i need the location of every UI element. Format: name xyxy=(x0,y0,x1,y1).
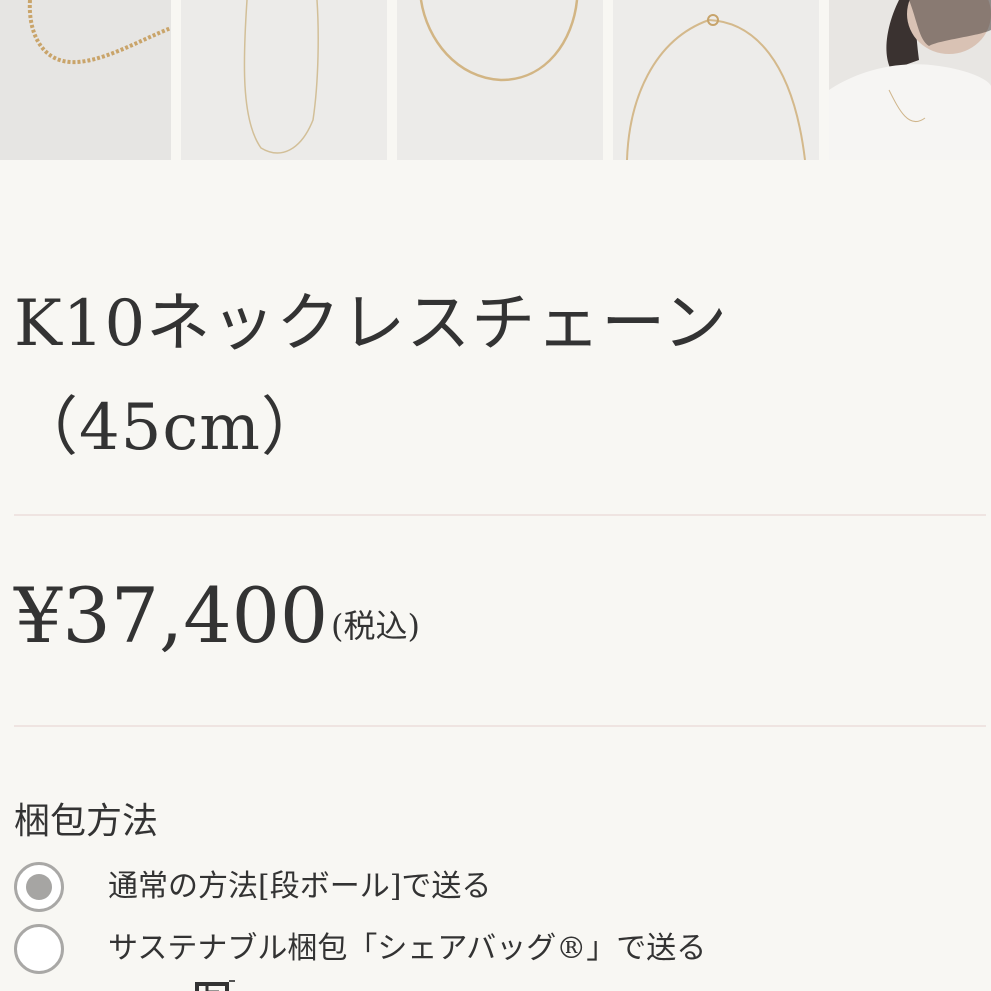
necklace-flat-2-image xyxy=(397,0,603,160)
thumbnail-chain-closeup[interactable] xyxy=(0,0,171,160)
packaging-method-label: 梱包方法 xyxy=(14,801,159,842)
product-price: ¥37,400 xyxy=(14,571,329,660)
product-title-line1: K10ネックレスチェーン xyxy=(14,287,729,361)
necklace-flat-1-image xyxy=(181,0,387,160)
model-wearing-image xyxy=(829,0,991,160)
packaging-option-sharebag[interactable]: サステナブル梱包「シェアバッグ®」で送る xyxy=(14,924,914,976)
product-image-gallery xyxy=(0,0,991,160)
thumbnail-necklace-flat-1[interactable] xyxy=(181,0,387,160)
thumbnail-necklace-clasp[interactable] xyxy=(613,0,819,160)
divider-bottom xyxy=(14,725,986,727)
packaging-option-sharebag-label: サステナブル梱包「シェアバッグ®」で送る xyxy=(108,931,707,966)
packaging-option-standard[interactable]: 通常の方法[段ボール]で送る xyxy=(14,862,914,914)
chain-closeup-image xyxy=(0,0,171,160)
product-title-line2: （45cm） xyxy=(14,391,326,465)
necklace-clasp-image xyxy=(613,0,819,160)
packaging-option-standard-label: 通常の方法[段ボール]で送る xyxy=(108,869,492,904)
thumbnail-model-wearing[interactable] xyxy=(829,0,991,160)
tax-included-note: (税込) xyxy=(331,607,420,645)
radio-dot-selected xyxy=(26,874,52,900)
divider-top xyxy=(14,514,986,516)
sharebag-logo-icon xyxy=(195,980,235,991)
thumbnail-necklace-flat-2[interactable] xyxy=(397,0,603,160)
radio-sharebag[interactable] xyxy=(14,924,64,974)
radio-standard-selected[interactable] xyxy=(14,862,64,912)
product-title: K10ネックレスチェーン （45cm） xyxy=(14,272,974,480)
